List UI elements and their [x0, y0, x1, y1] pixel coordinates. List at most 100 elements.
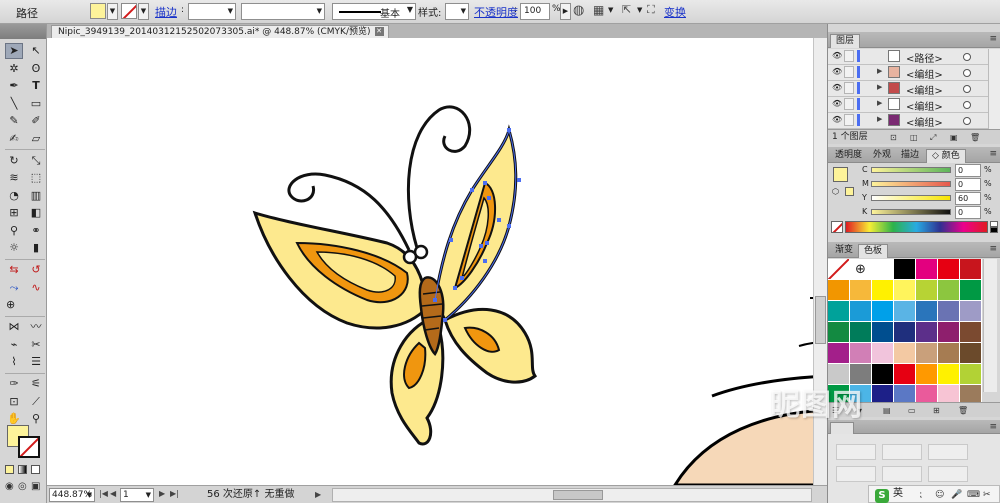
lock-toggle[interactable] — [844, 50, 854, 62]
expand-triangle-icon[interactable]: ▶ — [877, 99, 882, 107]
warp-tool-icon[interactable]: ≋ — [5, 170, 23, 186]
cyan-slider[interactable]: C 0 % — [828, 164, 1000, 178]
color-swatch[interactable] — [828, 343, 850, 364]
blob-brush-tool-icon[interactable]: ✍ — [5, 131, 23, 147]
expand-icon[interactable]: ⛶ — [647, 3, 655, 20]
registration-swatch[interactable]: ⊕ — [850, 259, 872, 280]
color-swatch[interactable] — [960, 301, 982, 322]
swatch-options-icon[interactable]: ▤ — [883, 404, 891, 418]
panel-menu-icon[interactable]: ≡ — [989, 34, 997, 44]
color-mode-icon[interactable] — [5, 465, 14, 474]
color-swatch[interactable] — [828, 280, 850, 301]
width-tool-icon[interactable]: ⤳ — [5, 280, 23, 296]
lasso-tool-icon[interactable]: ʘ — [27, 61, 45, 77]
color-swatch[interactable] — [916, 280, 938, 301]
cyan-value-field[interactable]: 0 — [955, 164, 981, 177]
color-swatch[interactable] — [850, 322, 872, 343]
gradient-tool-icon[interactable]: ◧ — [27, 205, 45, 221]
panel-grip[interactable] — [0, 24, 46, 39]
zoom-level-field[interactable]: 448.87% ▼ — [49, 488, 95, 502]
free-transform-tool-icon[interactable]: ⬚ — [27, 170, 45, 186]
color-swatch[interactable] — [916, 343, 938, 364]
layer-name[interactable]: <编组> — [906, 66, 943, 81]
magenta-slider[interactable]: M 0 % — [828, 178, 1000, 192]
visibility-eye-icon[interactable]: 👁 — [832, 83, 842, 92]
symbol-tool-icon[interactable]: ⊕ — [5, 297, 23, 313]
color-swatch[interactable] — [872, 301, 894, 322]
shape-builder-tool-icon[interactable]: ◔ — [5, 188, 23, 204]
none-swatch[interactable] — [828, 259, 850, 280]
expand-triangle-icon[interactable]: ▶ — [877, 83, 882, 91]
selection-tool-icon[interactable]: ➤ — [5, 43, 23, 59]
color-swatch[interactable] — [894, 280, 916, 301]
layer-row[interactable]: 👁 ▶ <编组> — [828, 113, 988, 129]
color-swatch[interactable] — [916, 364, 938, 385]
color-swatch[interactable] — [916, 322, 938, 343]
color-swatch[interactable] — [850, 343, 872, 364]
blend-tool-icon[interactable]: ⚭ — [27, 223, 45, 239]
opacity-field[interactable]: 100 — [520, 3, 550, 20]
yellow-slider[interactable]: Y 60 % — [828, 192, 1000, 206]
target-circle-icon[interactable] — [963, 117, 971, 125]
skin-icon[interactable]: ✂ — [983, 487, 991, 503]
lock-toggle[interactable] — [844, 98, 854, 110]
visibility-eye-icon[interactable]: 👁 — [832, 51, 842, 60]
magic-wand-tool-icon[interactable]: ✲ — [5, 61, 23, 77]
target-circle-icon[interactable] — [963, 101, 971, 109]
document-tab[interactable]: Nipic_3949139_20140312152502073305.ai* @… — [51, 25, 389, 38]
keyboard-icon[interactable]: ⌨ — [967, 487, 980, 503]
black-value-field[interactable]: 0 — [955, 206, 981, 219]
align-icon[interactable]: ▦ — [593, 3, 604, 20]
live-paint-tool-icon[interactable]: ∿ — [27, 280, 45, 296]
paintbrush-tool-icon[interactable]: ✎ — [5, 113, 23, 129]
column-graph-tool-icon[interactable]: ▮ — [27, 240, 45, 256]
stroke-width-field[interactable]: ▼ — [188, 3, 236, 20]
tab-layers[interactable]: 图层 — [830, 34, 861, 48]
black-chip[interactable] — [990, 227, 998, 233]
symbol-sprayer-tool-icon[interactable]: ☼ — [5, 240, 23, 256]
recolor-artwork-icon[interactable]: ◍ — [573, 3, 584, 20]
expand-triangle-icon[interactable]: ▶ — [877, 67, 882, 75]
last-artboard-icon[interactable]: ▶| — [170, 488, 179, 502]
mesh-tool-icon[interactable]: ⊞ — [5, 205, 23, 221]
crop-tool-icon[interactable]: ⊡ — [5, 394, 23, 410]
color-swatch[interactable] — [872, 364, 894, 385]
target-circle-icon[interactable] — [963, 53, 971, 61]
none-color-icon[interactable] — [831, 221, 843, 233]
color-swatch[interactable] — [938, 364, 960, 385]
graphic-style-select[interactable]: ▼ — [445, 3, 469, 20]
color-swatch[interactable] — [850, 280, 872, 301]
clipping-mask-icon[interactable]: ◫ — [910, 131, 918, 145]
tab-appearance[interactable]: 外观 — [868, 149, 896, 163]
delete-swatch-icon[interactable]: 🗑 — [958, 404, 968, 418]
layer-row[interactable]: 👁 ▶ <编组> — [828, 81, 988, 97]
color-swatch[interactable] — [872, 259, 894, 280]
artboard-tool-icon[interactable]: ⇆ — [5, 262, 23, 278]
color-swatch[interactable] — [850, 301, 872, 322]
new-sublayer-icon[interactable]: ⤢ — [930, 131, 936, 145]
color-swatch[interactable] — [938, 259, 960, 280]
color-swatch[interactable] — [960, 343, 982, 364]
punctuation-icon[interactable]: ⁏ — [919, 487, 922, 503]
prev-artboard-icon[interactable]: ◀ — [110, 488, 116, 502]
measure-tool-icon[interactable]: ⚟ — [27, 376, 45, 392]
color-swatch[interactable] — [916, 301, 938, 322]
screen-mode-icon[interactable]: ▣ — [31, 481, 40, 492]
new-swatch-icon[interactable]: ⊞ — [933, 404, 940, 418]
panel-menu-icon[interactable]: ≡ — [989, 244, 997, 254]
target-circle-icon[interactable] — [963, 85, 971, 93]
lock-toggle[interactable] — [844, 114, 854, 126]
eyedropper-tool-2-icon[interactable]: ✑ — [5, 376, 23, 392]
layers-scrollbar[interactable] — [988, 49, 1000, 129]
stroke-panel-link[interactable]: 描边 — [155, 4, 177, 21]
target-circle-icon[interactable] — [963, 69, 971, 77]
line-tool-icon[interactable]: ╲ — [5, 96, 23, 112]
yellow-value-field[interactable]: 60 — [955, 192, 981, 205]
pen-tool-icon[interactable]: ✒ — [5, 78, 23, 94]
rotate-tool-icon[interactable]: ↻ — [5, 153, 23, 169]
stroke-dropdown-icon[interactable]: ▼ — [138, 3, 149, 20]
tab-swatches[interactable]: 色板 — [858, 244, 889, 258]
close-icon[interactable]: ✕ — [374, 27, 384, 36]
new-color-group-icon[interactable]: ▭ — [908, 404, 916, 418]
layer-name[interactable]: <路径> — [906, 50, 943, 65]
